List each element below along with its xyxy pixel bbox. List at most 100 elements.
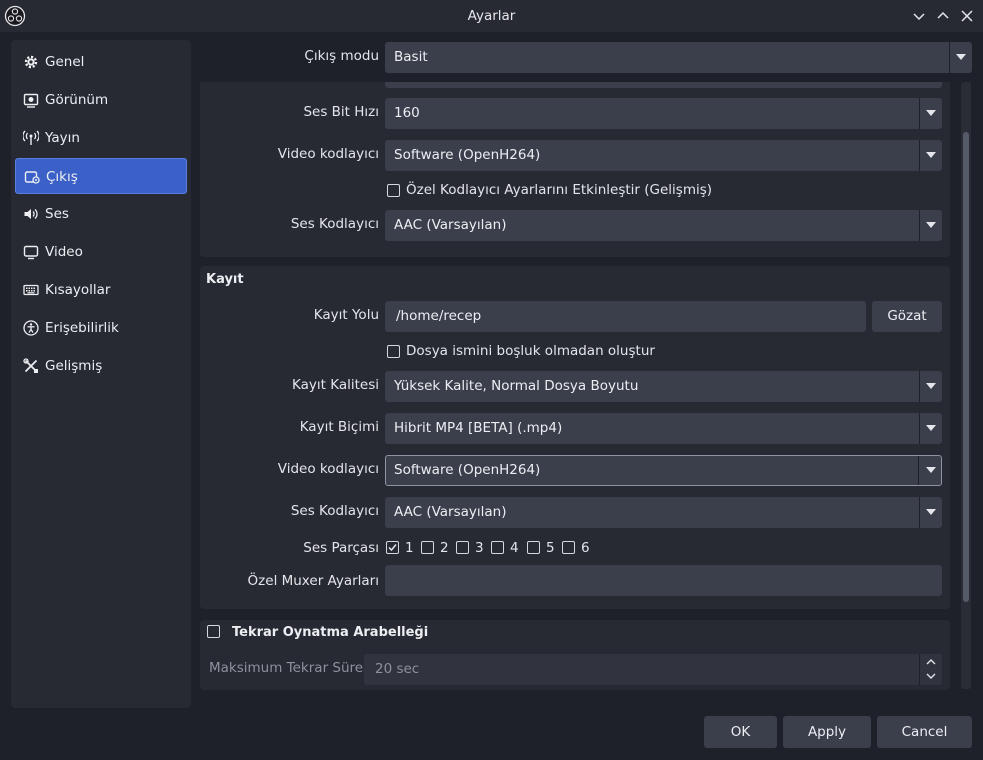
recording-path-input[interactable]: /home/recep [385,301,866,332]
accessibility-icon [23,320,39,336]
audio-track-2-checkbox[interactable] [421,541,434,554]
recording-format-value: Hibrit MP4 [BETA] (.mp4) [394,420,563,436]
sidebar-item-label: Erişebilirlik [45,320,119,336]
spin-up-icon[interactable] [926,658,936,666]
apply-button[interactable]: Apply [783,716,871,748]
stream-audio-encoder-select[interactable]: AAC (Varsayılan) [385,210,942,241]
replay-buffer-checkbox[interactable] [207,625,220,638]
gear-icon [24,55,38,69]
combo-separator [918,456,919,485]
custom-muxer-label: Özel Muxer Ayarları [247,573,379,589]
appearance-icon [23,93,39,108]
combo-separator [919,98,920,129]
output-icon [24,171,40,184]
sidebar-item-video[interactable]: Video [15,234,187,270]
speaker-icon [24,209,38,219]
custom-encoder-checkbox-label: Özel Kodlayıcı Ayarlarını Etkinleştir (G… [406,182,713,198]
audio-bitrate-select[interactable]: 160 [385,98,942,129]
audio-track-3-checkbox[interactable] [456,541,469,554]
scrollbar-thumb[interactable] [963,132,969,602]
recording-quality-value: Yüksek Kalite, Normal Dosya Boyutu [394,378,639,394]
recording-quality-label: Kayıt Kalitesi [292,377,379,393]
clipped-combo [385,82,942,88]
chevron-down-icon [926,425,936,431]
sidebar-item-label: Genel [45,54,85,70]
chevron-down-icon [926,152,936,158]
window-title: Ayarlar [467,8,516,24]
vertical-scrollbar[interactable] [961,82,971,689]
browse-button[interactable]: Gözat [872,301,942,332]
recording-audio-encoder-value: AAC (Varsayılan) [394,504,507,520]
sidebar-item-advanced[interactable]: Gelişmiş [15,348,187,384]
replay-buffer-title: Tekrar Oynatma Arabelleği [232,625,429,640]
max-replay-time-spinbox[interactable]: 20 sec [364,654,942,685]
keyboard-icon [23,284,39,296]
sidebar-item-audio[interactable]: Ses [15,196,187,232]
stream-video-encoder-label: Video kodlayıcı [277,146,379,162]
tools-icon [23,358,38,373]
chevron-down-icon [926,110,936,116]
recording-path-value: /home/recep [396,308,482,324]
combo-separator [919,497,920,528]
output-mode-select[interactable]: Basit [385,42,972,73]
recording-quality-select[interactable]: Yüksek Kalite, Normal Dosya Boyutu [385,371,942,402]
combo-separator [919,210,920,241]
custom-encoder-checkbox[interactable] [387,184,400,197]
minimize-icon[interactable] [909,6,929,26]
audio-track-6-checkbox[interactable] [562,541,575,554]
audio-track-1-checkbox[interactable] [386,541,399,554]
combo-separator [949,42,950,73]
sidebar-item-label: Gelişmiş [45,358,103,374]
settings-sidebar: Genel Görünüm Yayın Çıkış Ses Video Kısa… [11,40,191,708]
recording-path-label: Kayıt Yolu [313,307,379,323]
no-space-filename-checkbox[interactable] [387,345,400,358]
recording-video-encoder-select[interactable]: Software (OpenH264) [385,455,942,486]
recording-video-encoder-label: Video kodlayıcı [277,461,379,477]
recording-format-select[interactable]: Hibrit MP4 [BETA] (.mp4) [385,413,942,444]
title-bar: Ayarlar [0,0,983,32]
sidebar-item-output[interactable]: Çıkış [15,158,187,194]
recording-video-encoder-value: Software (OpenH264) [394,462,541,478]
broadcast-icon [23,130,39,145]
audio-track-4-label: 4 [510,540,519,556]
sidebar-item-label: Yayın [45,130,80,146]
max-replay-time-label: Maksimum Tekrar Süresi [209,660,374,676]
chevron-down-icon [926,467,936,473]
no-space-filename-checkbox-label: Dosya ismini boşluk olmadan oluştur [406,343,655,359]
audio-track-label: Ses Parçası [303,540,379,556]
recording-section-title: Kayıt [206,272,244,287]
sidebar-item-label: Kısayollar [45,282,111,298]
sidebar-item-general[interactable]: Genel [15,44,187,80]
sidebar-item-label: Görünüm [45,92,109,108]
stream-audio-encoder-label: Ses Kodlayıcı [290,216,379,232]
sidebar-item-appearance[interactable]: Görünüm [15,82,187,118]
sidebar-item-label: Çıkış [46,169,78,185]
sidebar-item-label: Video [45,244,83,260]
max-replay-time-value: 20 sec [375,661,420,677]
spin-down-icon[interactable] [926,672,936,680]
spin-separator [919,654,920,685]
checkmark-icon [388,544,397,552]
sidebar-item-stream[interactable]: Yayın [15,120,187,156]
monitor-icon [23,245,39,260]
recording-audio-encoder-select[interactable]: AAC (Varsayılan) [385,497,942,528]
audio-track-4-checkbox[interactable] [491,541,504,554]
audio-track-6-label: 6 [581,540,590,556]
sidebar-item-accessibility[interactable]: Erişebilirlik [15,310,187,346]
combo-separator [919,413,920,444]
stream-video-encoder-select[interactable]: Software (OpenH264) [385,140,942,171]
maximize-icon[interactable] [933,6,953,26]
recording-audio-encoder-label: Ses Kodlayıcı [290,503,379,519]
stream-audio-encoder-value: AAC (Varsayılan) [394,217,507,233]
stream-video-encoder-value: Software (OpenH264) [394,147,541,163]
cancel-button[interactable]: Cancel [877,716,972,748]
sidebar-item-hotkeys[interactable]: Kısayollar [15,272,187,308]
combo-separator [919,140,920,171]
custom-muxer-input[interactable] [385,565,942,596]
ok-button[interactable]: OK [704,716,777,748]
chevron-down-icon [926,383,936,389]
audio-track-5-checkbox[interactable] [527,541,540,554]
combo-separator [919,371,920,402]
chevron-down-icon [956,54,966,60]
close-icon[interactable] [957,6,977,26]
